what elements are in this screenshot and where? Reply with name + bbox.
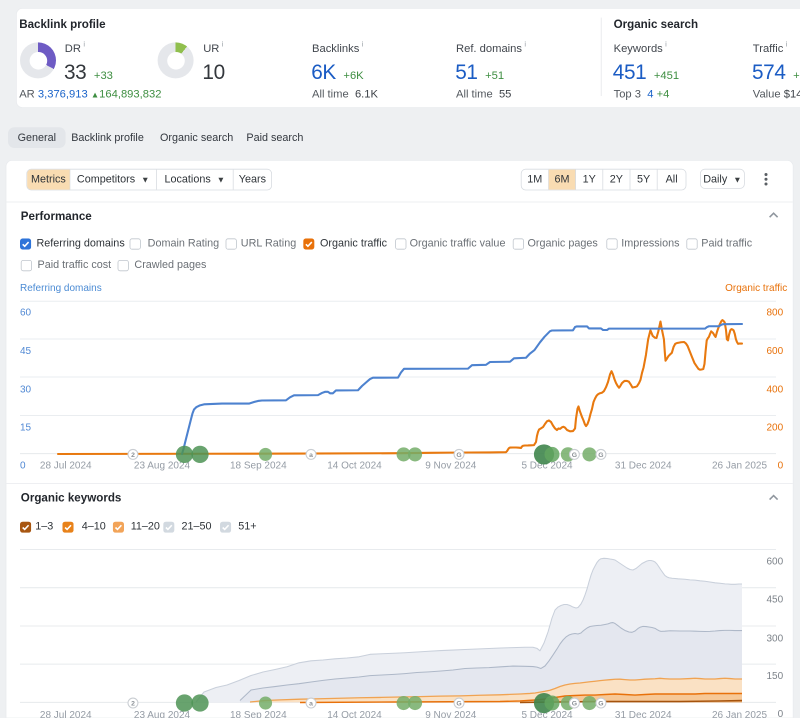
svg-text:450: 450 — [767, 594, 784, 605]
svg-text:200: 200 — [767, 423, 784, 434]
svg-text:31 Dec 2024: 31 Dec 2024 — [615, 710, 672, 718]
svg-text:18 Sep 2024: 18 Sep 2024 — [230, 710, 287, 718]
svg-text:9 Nov 2024: 9 Nov 2024 — [425, 461, 477, 472]
svg-text:a: a — [309, 700, 313, 707]
svg-text:30: 30 — [20, 385, 32, 396]
svg-text:26 Jan 2025: 26 Jan 2025 — [712, 710, 767, 718]
svg-text:15: 15 — [20, 423, 32, 434]
svg-text:14 Oct 2024: 14 Oct 2024 — [327, 461, 382, 472]
svg-text:0: 0 — [778, 461, 784, 472]
svg-text:28 Jul 2024: 28 Jul 2024 — [40, 710, 92, 718]
svg-text:0: 0 — [20, 461, 26, 472]
svg-text:18 Sep 2024: 18 Sep 2024 — [230, 461, 287, 472]
svg-text:150: 150 — [767, 671, 784, 682]
svg-text:600: 600 — [767, 346, 784, 357]
svg-text:G: G — [598, 452, 603, 459]
svg-text:31 Dec 2024: 31 Dec 2024 — [615, 461, 672, 472]
svg-text:9 Nov 2024: 9 Nov 2024 — [425, 710, 477, 718]
svg-text:a: a — [309, 452, 313, 459]
svg-text:45: 45 — [20, 346, 32, 357]
svg-text:26 Jan 2025: 26 Jan 2025 — [712, 461, 767, 472]
svg-text:G: G — [456, 700, 461, 707]
svg-text:60: 60 — [20, 307, 32, 318]
svg-text:800: 800 — [767, 307, 784, 318]
svg-text:G: G — [456, 452, 461, 459]
svg-text:2: 2 — [131, 700, 135, 707]
svg-text:28 Jul 2024: 28 Jul 2024 — [40, 461, 92, 472]
svg-text:400: 400 — [767, 385, 784, 396]
svg-text:600: 600 — [767, 556, 784, 567]
svg-text:G: G — [572, 700, 577, 707]
svg-text:14 Oct 2024: 14 Oct 2024 — [327, 710, 382, 718]
svg-text:G: G — [572, 452, 577, 459]
svg-text:G: G — [598, 700, 603, 707]
svg-text:0: 0 — [778, 709, 784, 718]
svg-text:300: 300 — [767, 634, 784, 645]
svg-text:2: 2 — [131, 452, 135, 459]
